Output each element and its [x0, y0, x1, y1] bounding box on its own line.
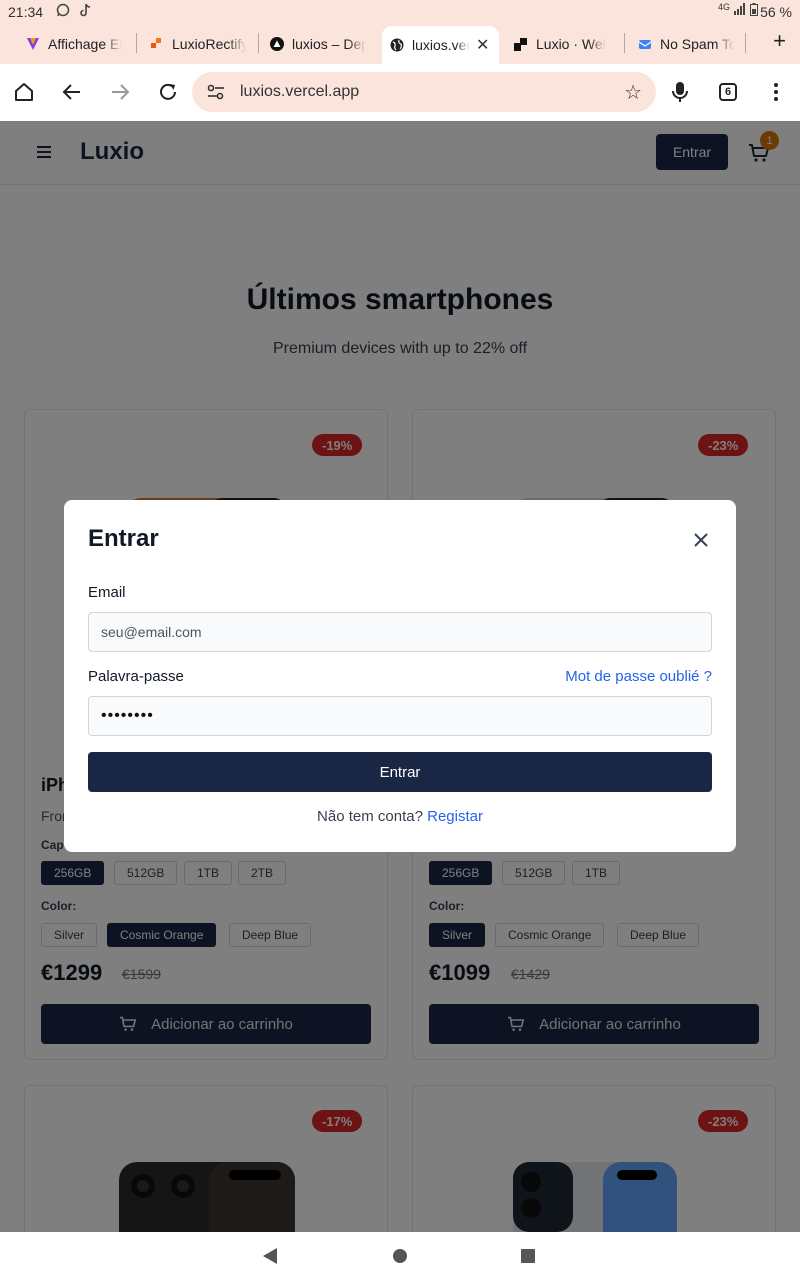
vee-logo-icon	[26, 37, 40, 51]
status-bar: 21:34 4G 56 %	[0, 0, 800, 24]
luxio-logo-icon	[514, 37, 528, 51]
globe-icon	[390, 38, 404, 52]
reload-icon	[160, 83, 176, 100]
browser-tab-strip: Affichage Er LuxioRectify luxios – Dep l…	[0, 24, 800, 64]
tab-title: No Spam To	[660, 36, 734, 52]
site-settings-icon[interactable]	[206, 82, 226, 102]
system-navigation-bar	[0, 1232, 800, 1280]
home-icon	[15, 83, 33, 101]
battery-percent: 56 %	[760, 4, 792, 20]
forward-arrow-icon	[112, 84, 130, 100]
whatsapp-icon	[56, 3, 70, 20]
close-tab-icon[interactable]: ✕	[476, 35, 489, 55]
modal-title: Entrar	[88, 525, 159, 552]
forgot-password-link[interactable]: Mot de passe oublié ?	[565, 668, 712, 685]
submit-login-button[interactable]: Entrar	[88, 752, 712, 792]
network-type: 4G	[718, 2, 731, 12]
forward-button[interactable]	[106, 78, 134, 106]
home-button[interactable]	[10, 78, 38, 106]
new-tab-button[interactable]: +	[773, 28, 786, 54]
bookmark-star-icon[interactable]: ☆	[624, 80, 642, 105]
close-icon[interactable]	[693, 532, 709, 548]
microphone-icon	[672, 82, 688, 102]
menu-button[interactable]	[762, 78, 790, 106]
tab-title: luxios.ver	[412, 37, 470, 53]
signal-icon	[734, 3, 746, 18]
nav-back-icon[interactable]	[263, 1248, 277, 1264]
back-arrow-icon	[62, 84, 80, 100]
register-link[interactable]: Registar	[427, 808, 483, 825]
address-bar[interactable]: luxios.vercel.app ☆	[192, 72, 656, 112]
browser-tab[interactable]: Luxio · Wel	[514, 28, 610, 60]
password-field[interactable]	[88, 696, 712, 736]
nav-home-icon[interactable]	[393, 1249, 407, 1263]
battery-icon	[750, 3, 758, 19]
tab-title: Affichage Er	[48, 36, 122, 52]
url-text: luxios.vercel.app	[240, 83, 360, 100]
no-account-text: Não tem conta?	[317, 808, 423, 825]
tab-switcher-button[interactable]: 6	[719, 83, 737, 101]
tab-title: Luxio · Wel	[536, 36, 606, 52]
vercel-logo-icon	[270, 37, 284, 51]
tiktok-icon	[80, 3, 92, 20]
reload-button[interactable]	[154, 78, 182, 106]
browser-tab[interactable]: luxios – Dep	[270, 28, 366, 60]
signup-row: Não tem conta? Registar	[64, 808, 736, 825]
status-time: 21:34	[8, 4, 44, 20]
browser-tab[interactable]: Affichage Er	[26, 28, 122, 60]
more-vertical-icon	[774, 83, 778, 101]
back-button[interactable]	[58, 78, 86, 106]
browser-tab-active[interactable]: luxios.ver ✕	[382, 26, 499, 64]
rectify-logo-icon	[150, 37, 164, 51]
web-page: Luxio Entrar 1 Últimos smartphones Premi…	[0, 121, 800, 1232]
email-label: Email	[88, 584, 126, 601]
browser-tab[interactable]: No Spam To	[638, 28, 734, 60]
email-field[interactable]	[88, 612, 712, 652]
login-modal: Entrar Email Palavra-passe Mot de passe …	[64, 500, 736, 852]
tab-title: LuxioRectify	[172, 36, 246, 52]
browser-tab[interactable]: LuxioRectify	[150, 28, 246, 60]
nav-recents-icon[interactable]	[521, 1249, 535, 1263]
tab-title: luxios – Dep	[292, 36, 366, 52]
browser-toolbar: luxios.vercel.app ☆	[0, 64, 800, 120]
password-label: Palavra-passe	[88, 668, 184, 685]
mail-logo-icon	[638, 37, 652, 51]
voice-search-button[interactable]	[666, 78, 694, 106]
